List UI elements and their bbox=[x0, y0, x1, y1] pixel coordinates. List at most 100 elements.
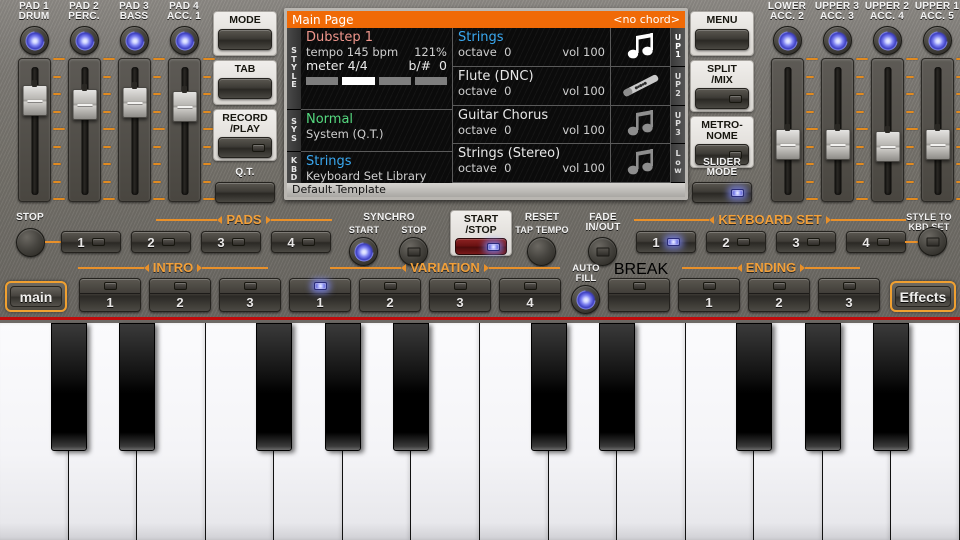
main-button[interactable]: main bbox=[5, 281, 67, 312]
pad-button-3[interactable]: 3 bbox=[201, 231, 261, 253]
left-slider-3-fader[interactable] bbox=[118, 58, 151, 202]
right-slider-3-fader[interactable] bbox=[871, 58, 904, 202]
left-slider-2-fader[interactable] bbox=[68, 58, 101, 202]
sound-icon-cell bbox=[611, 106, 671, 145]
keyboard-set-button-1[interactable]: 1 bbox=[636, 231, 696, 253]
lcd-part-up3[interactable]: UP3 bbox=[671, 106, 685, 145]
ending-3-label: 3 bbox=[819, 293, 879, 311]
black-key-F#1[interactable] bbox=[256, 323, 292, 451]
sound-slot[interactable]: Strings (Stereo) octave 0 vol 100 bbox=[453, 144, 611, 183]
sound-slot[interactable]: Flute (DNC) octave 0 vol 100 bbox=[453, 67, 611, 106]
piano-keyboard[interactable] bbox=[0, 323, 960, 540]
lcd-part-up2[interactable]: UP2 bbox=[671, 67, 685, 106]
black-key-D#1[interactable] bbox=[119, 323, 155, 451]
lcd-tab-sys[interactable]: SYS bbox=[287, 110, 301, 152]
black-key-C#2[interactable] bbox=[531, 323, 567, 451]
lcd-display[interactable]: Main Page <no chord> STYLE SYS KBD Dubst… bbox=[284, 8, 688, 200]
start-stop-button[interactable] bbox=[455, 238, 507, 255]
black-key-A#1[interactable] bbox=[393, 323, 429, 451]
black-key-F#2[interactable] bbox=[736, 323, 772, 451]
left-slider-4-fader[interactable] bbox=[168, 58, 201, 202]
start-stop-led bbox=[487, 243, 500, 251]
pad-button-3-label: 3 bbox=[217, 235, 224, 250]
slider-mode-button[interactable] bbox=[692, 182, 752, 203]
fader-handle[interactable] bbox=[72, 89, 97, 120]
fader-handle[interactable] bbox=[925, 129, 950, 160]
lcd-part-low[interactable]: Low bbox=[671, 144, 685, 183]
effects-button[interactable]: Effects bbox=[890, 281, 956, 312]
fader-handle[interactable] bbox=[875, 131, 900, 162]
left-slider-4-caption: PAD 4ACC. 1 bbox=[157, 2, 211, 22]
system-cell[interactable]: Normal System (Q.T.) bbox=[301, 110, 453, 152]
fader-handle[interactable] bbox=[22, 85, 47, 116]
pads-section-label: PADS bbox=[222, 212, 265, 227]
ending-button-2[interactable]: 2 bbox=[748, 278, 810, 312]
fader-scale bbox=[956, 58, 960, 202]
ending-button-1[interactable]: 1 bbox=[678, 278, 740, 312]
sound-name: Guitar Chorus bbox=[458, 108, 605, 123]
sound-icon-cell bbox=[611, 67, 671, 106]
fader-scale bbox=[153, 58, 165, 202]
style-to-kbd-set-button[interactable] bbox=[918, 227, 947, 256]
left-slider-3-select-button[interactable] bbox=[120, 26, 149, 55]
ending-3-led bbox=[843, 282, 856, 290]
style-transpose-value: 0 bbox=[439, 58, 447, 73]
left-slider-4-select-button[interactable] bbox=[170, 26, 199, 55]
right-slider-2-caption: UPPER 3ACC. 3 bbox=[810, 2, 864, 22]
tab-button[interactable] bbox=[218, 78, 272, 99]
black-key-G#2[interactable] bbox=[805, 323, 841, 451]
auto-fill-button[interactable] bbox=[571, 285, 600, 314]
variation-button-2[interactable]: 2 bbox=[359, 278, 421, 312]
record-play-button[interactable] bbox=[218, 137, 272, 158]
fader-handle[interactable] bbox=[172, 91, 197, 122]
fader-handle[interactable] bbox=[825, 129, 850, 160]
right-slider-1-fader[interactable] bbox=[771, 58, 804, 202]
intro-1-led bbox=[104, 282, 117, 290]
right-slider-3-select-button[interactable] bbox=[873, 26, 902, 55]
right-slider-2-fader[interactable] bbox=[821, 58, 854, 202]
split-mix-button[interactable] bbox=[695, 88, 749, 109]
black-key-G#1[interactable] bbox=[325, 323, 361, 451]
variation-button-3[interactable]: 3 bbox=[429, 278, 491, 312]
sound-slot[interactable]: Strings octave 0 vol 100 bbox=[453, 28, 611, 67]
pad-button-2[interactable]: 2 bbox=[131, 231, 191, 253]
intro-button-1[interactable]: 1 bbox=[79, 278, 141, 312]
keyboard-set-button-2[interactable]: 2 bbox=[706, 231, 766, 253]
qt-button[interactable] bbox=[215, 182, 275, 203]
variation-button-1[interactable]: 1 bbox=[289, 278, 351, 312]
intro-2-label: 2 bbox=[150, 293, 210, 311]
break-button[interactable] bbox=[608, 278, 670, 312]
pad-button-1[interactable]: 1 bbox=[61, 231, 121, 253]
keyboard-set-button-4[interactable]: 4 bbox=[846, 231, 906, 253]
keyboard-set-button-3[interactable]: 3 bbox=[776, 231, 836, 253]
split-mix-label-line1: SPLIT bbox=[707, 61, 737, 75]
black-key-D#2[interactable] bbox=[599, 323, 635, 451]
right-slider-1-select-button[interactable] bbox=[773, 26, 802, 55]
fader-scale bbox=[906, 58, 918, 202]
fader-handle[interactable] bbox=[775, 129, 800, 160]
lcd-titlebar: Main Page <no chord> bbox=[287, 11, 685, 28]
black-key-C#1[interactable] bbox=[51, 323, 87, 451]
right-slider-2-select-button[interactable] bbox=[823, 26, 852, 55]
black-key-A#2[interactable] bbox=[873, 323, 909, 451]
ending-button-3[interactable]: 3 bbox=[818, 278, 880, 312]
lcd-part-up1[interactable]: UP1 bbox=[671, 28, 685, 67]
left-slider-1-fader[interactable] bbox=[18, 58, 51, 202]
variation-button-4[interactable]: 4 bbox=[499, 278, 561, 312]
style-cell[interactable]: Dubstep 1 tempo 145 bpm 121% meter 4/4 b… bbox=[301, 28, 453, 110]
pad-button-2-label: 2 bbox=[147, 235, 154, 250]
menu-button[interactable] bbox=[695, 29, 749, 50]
fader-handle[interactable] bbox=[122, 87, 147, 118]
left-slider-2-select-button[interactable] bbox=[70, 26, 99, 55]
intro-button-2[interactable]: 2 bbox=[149, 278, 211, 312]
right-slider-4-fader[interactable] bbox=[921, 58, 954, 202]
mode-button[interactable] bbox=[218, 29, 272, 50]
stop-knob-button[interactable] bbox=[16, 228, 45, 257]
sound-slot[interactable]: Guitar Chorus octave 0 vol 100 bbox=[453, 106, 611, 145]
pad-button-4[interactable]: 4 bbox=[271, 231, 331, 253]
left-slider-1-select-button[interactable] bbox=[20, 26, 49, 55]
right-slider-4-select-button[interactable] bbox=[923, 26, 952, 55]
intro-button-3[interactable]: 3 bbox=[219, 278, 281, 312]
sound-vol-label: vol bbox=[562, 45, 579, 59]
lcd-tab-style[interactable]: STYLE bbox=[287, 28, 301, 110]
